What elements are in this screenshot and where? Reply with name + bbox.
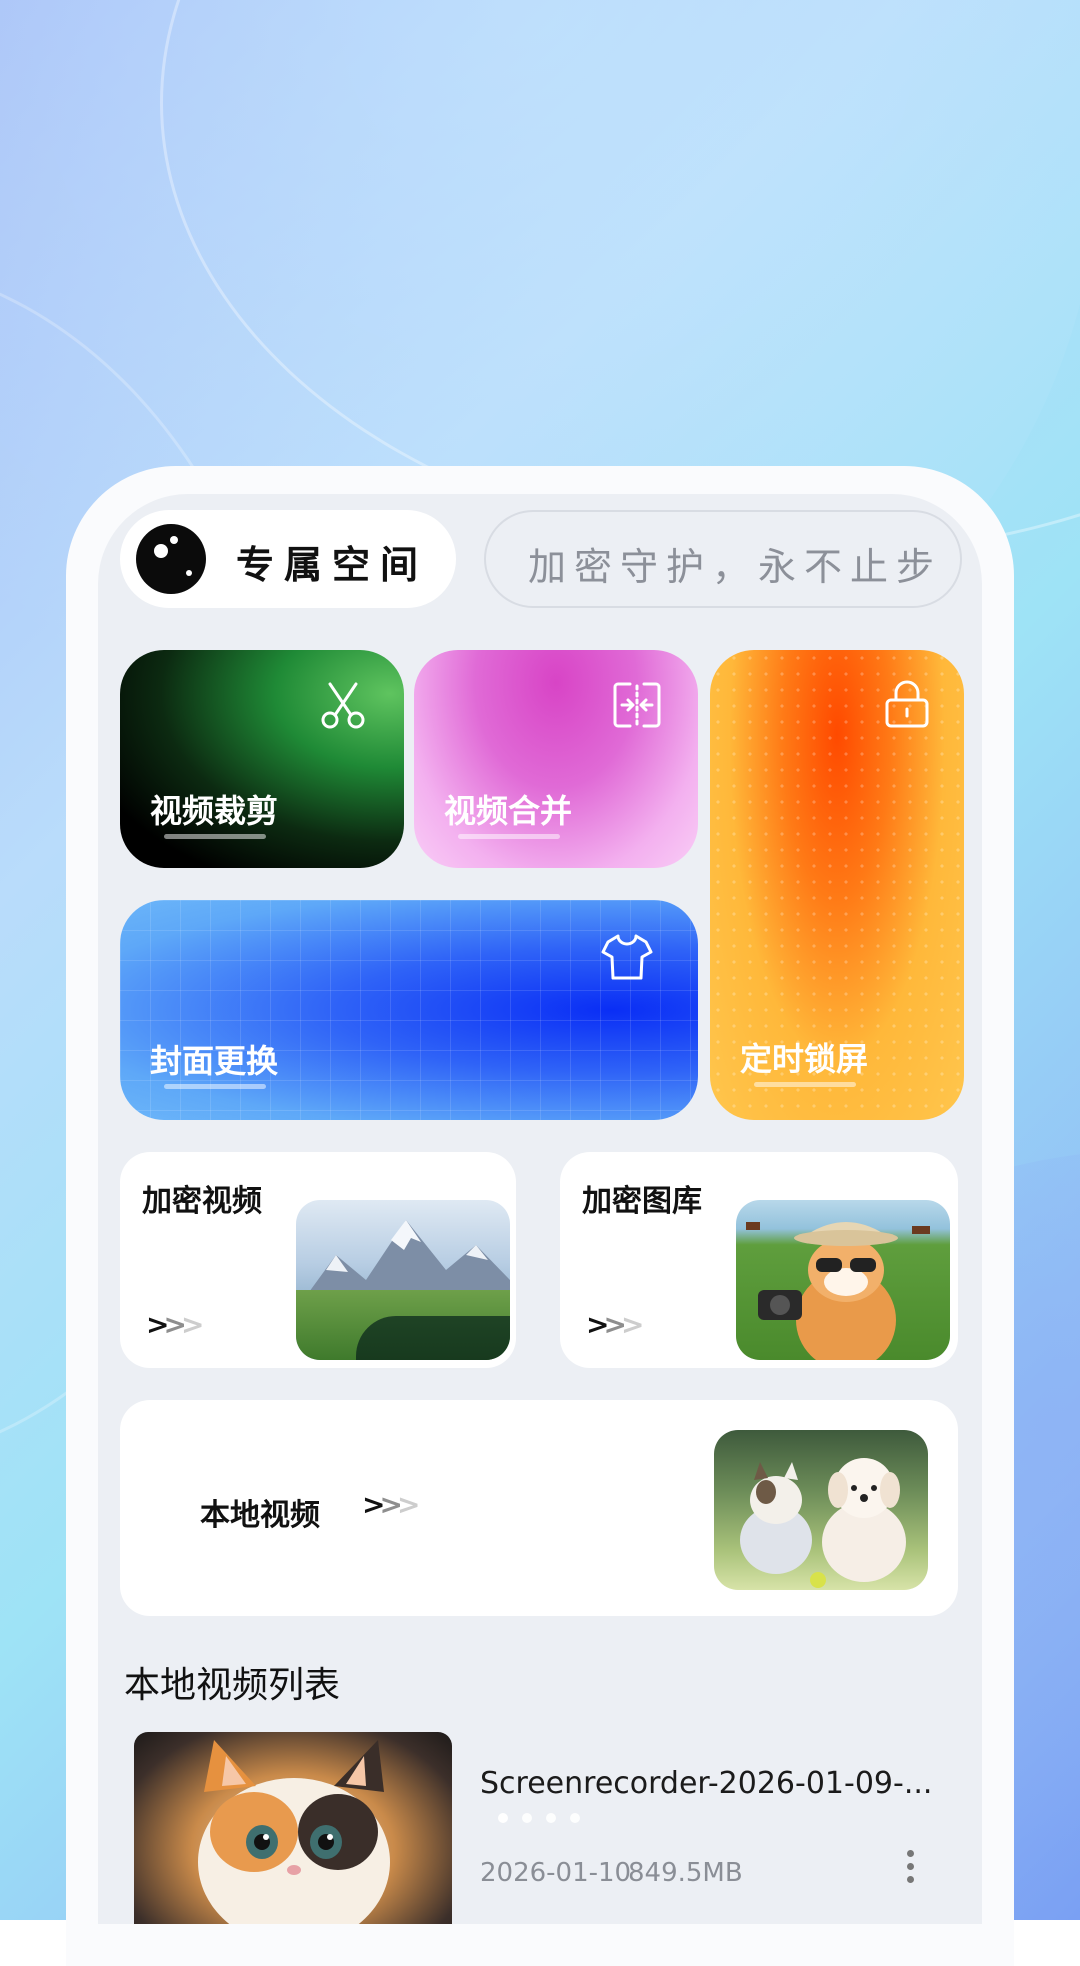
chevrons-icon: >>> — [586, 1308, 645, 1341]
brand-header[interactable]: 专属空间 — [120, 510, 456, 608]
encrypted-gallery-card[interactable]: 加密图库 >>> — [560, 1152, 958, 1368]
video-crop-label: 视频裁剪 — [150, 792, 279, 830]
mountain-thumbnail — [296, 1200, 510, 1360]
encrypted-video-card[interactable]: 加密视频 >>> — [120, 1152, 516, 1368]
cover-change-label: 封面更换 — [150, 1042, 279, 1080]
video-thumbnail[interactable] — [134, 1732, 452, 1924]
timed-lock-tile[interactable]: 定时锁屏 — [710, 650, 964, 1120]
tile-underline — [754, 1082, 856, 1087]
tshirt-icon — [601, 934, 653, 980]
local-video-list-title: 本地视频列表 — [124, 1665, 341, 1706]
scissors-icon — [321, 682, 365, 729]
cover-change-tile[interactable]: 封面更换 — [120, 900, 698, 1120]
chevrons-icon: >>> — [362, 1488, 421, 1521]
local-video-card[interactable]: 本地视频 >>> — [120, 1400, 958, 1616]
more-options-icon[interactable] — [898, 1846, 922, 1896]
encrypted-gallery-title: 加密图库 — [582, 1184, 702, 1219]
brand-logo-icon — [136, 524, 206, 594]
tile-underline — [458, 834, 560, 839]
video-file-name[interactable]: Screenrecorder-2026-01-09-... — [480, 1766, 950, 1801]
video-crop-tile[interactable]: 视频裁剪 — [120, 650, 404, 868]
video-date: 2026-01-10 — [480, 1858, 632, 1888]
cat-photo-thumbnail — [736, 1200, 950, 1360]
app-screen: 专属空间 加密守护，永不止步 视频裁剪 视频合并 定时锁屏 封面更换 加密视频 … — [98, 494, 982, 1924]
timed-lock-label: 定时锁屏 — [740, 1040, 869, 1078]
brand-title: 专属空间 — [236, 543, 429, 587]
merge-icon — [613, 682, 661, 728]
tile-underline — [164, 1084, 266, 1089]
video-merge-tile[interactable]: 视频合并 — [414, 650, 698, 868]
slogan-banner: 加密守护，永不止步 — [484, 510, 962, 608]
tile-underline — [164, 834, 266, 839]
pets-thumbnail — [714, 1430, 928, 1590]
encrypted-video-title: 加密视频 — [142, 1184, 262, 1219]
chevrons-icon: >>> — [146, 1308, 205, 1341]
local-video-title: 本地视频 — [200, 1498, 320, 1533]
carousel-indicator — [498, 1808, 594, 1827]
lock-icon — [885, 680, 929, 728]
video-merge-label: 视频合并 — [444, 792, 573, 830]
slogan-text: 加密守护，永不止步 — [528, 545, 943, 589]
video-size: 849.5MB — [628, 1858, 743, 1888]
